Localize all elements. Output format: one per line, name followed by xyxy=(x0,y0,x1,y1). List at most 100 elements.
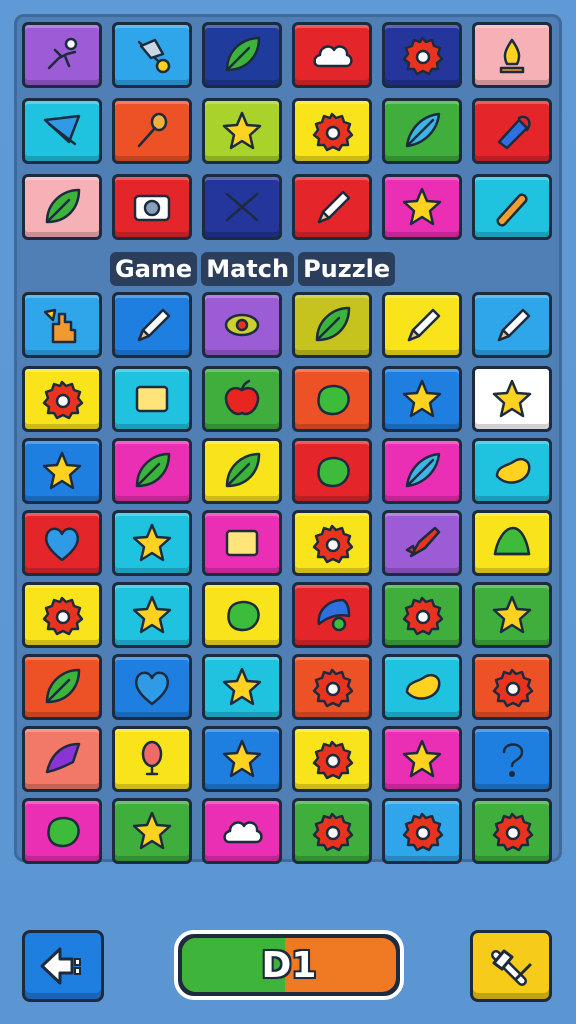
hand-icon xyxy=(43,308,77,344)
tile-r5-c4[interactable] xyxy=(292,366,372,432)
tile-r1-c3[interactable] xyxy=(202,22,282,88)
tile-r11-c3[interactable] xyxy=(202,798,282,864)
star-icon xyxy=(492,379,532,418)
tile-r1-c2[interactable] xyxy=(112,22,192,88)
pencil-icon xyxy=(407,308,441,342)
tile-r10-c4[interactable] xyxy=(292,726,372,792)
star-icon xyxy=(402,739,442,778)
star-icon xyxy=(222,111,262,150)
tile-r8-c2[interactable] xyxy=(112,582,192,648)
tile-r11-c6[interactable] xyxy=(472,798,552,864)
gear-icon xyxy=(492,812,534,852)
tile-r2-c2[interactable] xyxy=(112,98,192,164)
tile-r2-c5[interactable] xyxy=(382,98,462,164)
tile-r9-c3[interactable] xyxy=(202,654,282,720)
tile-r5-c3[interactable] xyxy=(202,366,282,432)
gear-icon xyxy=(492,668,534,708)
tile-r6-c4[interactable] xyxy=(292,438,372,504)
tile-r11-c2[interactable] xyxy=(112,798,192,864)
heart-icon xyxy=(45,527,79,562)
tile-r2-c1[interactable] xyxy=(22,98,102,164)
tile-r4-c3[interactable] xyxy=(202,292,282,358)
tile-r4-c5[interactable] xyxy=(382,292,462,358)
tile-r3-c1[interactable] xyxy=(22,174,102,240)
pencil-icon xyxy=(317,190,351,224)
tile-r7-c6[interactable] xyxy=(472,510,552,576)
tile-r11-c1[interactable] xyxy=(22,798,102,864)
tile-r8-c5[interactable] xyxy=(382,582,462,648)
tile-r11-c5[interactable] xyxy=(382,798,462,864)
tile-r8-c3[interactable] xyxy=(202,582,282,648)
marker-icon xyxy=(497,115,531,150)
tile-r4-c4[interactable] xyxy=(292,292,372,358)
tile-r8-c1[interactable] xyxy=(22,582,102,648)
tile-r7-c4[interactable] xyxy=(292,510,372,576)
tile-r2-c6[interactable] xyxy=(472,98,552,164)
tile-r10-c1[interactable] xyxy=(22,726,102,792)
square-icon xyxy=(135,385,169,413)
tile-r4-c1[interactable] xyxy=(22,292,102,358)
tile-r10-c2[interactable] xyxy=(112,726,192,792)
tile-r3-c5[interactable] xyxy=(382,174,462,240)
title-word-1: Game xyxy=(110,252,198,286)
star-icon xyxy=(132,523,172,562)
tool-button[interactable] xyxy=(470,930,552,1002)
tile-r5-c5[interactable] xyxy=(382,366,462,432)
tile-r7-c2[interactable] xyxy=(112,510,192,576)
wing-icon xyxy=(45,742,81,774)
gear-icon xyxy=(312,668,354,708)
star-icon xyxy=(132,811,172,850)
tile-r2-c3[interactable] xyxy=(202,98,282,164)
tile-r8-c6[interactable] xyxy=(472,582,552,648)
tile-r9-c4[interactable] xyxy=(292,654,372,720)
tile-r3-c6[interactable] xyxy=(472,174,552,240)
title-word-2: Match xyxy=(201,252,295,286)
tile-r10-c3[interactable] xyxy=(202,726,282,792)
gear-icon xyxy=(312,112,354,152)
tile-r5-c6[interactable] xyxy=(472,366,552,432)
tile-r3-c2[interactable] xyxy=(112,174,192,240)
tile-r6-c6[interactable] xyxy=(472,438,552,504)
tile-r10-c5[interactable] xyxy=(382,726,462,792)
tile-r2-c4[interactable] xyxy=(292,98,372,164)
tile-r7-c1[interactable] xyxy=(22,510,102,576)
moon-icon xyxy=(317,598,351,632)
gear-icon xyxy=(42,380,84,420)
bean-icon xyxy=(405,674,441,700)
tile-r1-c4[interactable] xyxy=(292,22,372,88)
tile-r1-c1[interactable] xyxy=(22,22,102,88)
tile-r9-c5[interactable] xyxy=(382,654,462,720)
tile-r6-c1[interactable] xyxy=(22,438,102,504)
level-label: D1 xyxy=(261,944,317,986)
tile-r1-c6[interactable] xyxy=(472,22,552,88)
tile-r7-c5[interactable] xyxy=(382,510,462,576)
tile-r10-c6[interactable] xyxy=(472,726,552,792)
balloon-icon xyxy=(141,740,163,776)
tile-r11-c4[interactable] xyxy=(292,798,372,864)
tile-r7-c3[interactable] xyxy=(202,510,282,576)
tile-r6-c2[interactable] xyxy=(112,438,192,504)
leaf-icon xyxy=(225,36,261,72)
tile-r9-c1[interactable] xyxy=(22,654,102,720)
hammer-tool-icon xyxy=(491,949,532,986)
tile-r9-c6[interactable] xyxy=(472,654,552,720)
tile-r1-c5[interactable] xyxy=(382,22,462,88)
tile-r8-c4[interactable] xyxy=(292,582,372,648)
pencil-icon xyxy=(137,308,171,342)
blob-icon xyxy=(317,456,350,488)
leaf-icon xyxy=(315,306,351,342)
tile-r5-c1[interactable] xyxy=(22,366,102,432)
tile-r3-c3[interactable] xyxy=(202,174,282,240)
tile-r9-c2[interactable] xyxy=(112,654,192,720)
tile-r4-c2[interactable] xyxy=(112,292,192,358)
tile-r6-c5[interactable] xyxy=(382,438,462,504)
back-button[interactable] xyxy=(22,930,104,1002)
star-icon xyxy=(42,451,82,490)
tile-r5-c2[interactable] xyxy=(112,366,192,432)
star-icon xyxy=(132,595,172,634)
tile-r4-c6[interactable] xyxy=(472,292,552,358)
pencil-icon xyxy=(497,308,531,342)
tile-r3-c4[interactable] xyxy=(292,174,372,240)
gear-icon xyxy=(402,36,444,76)
tile-r6-c3[interactable] xyxy=(202,438,282,504)
